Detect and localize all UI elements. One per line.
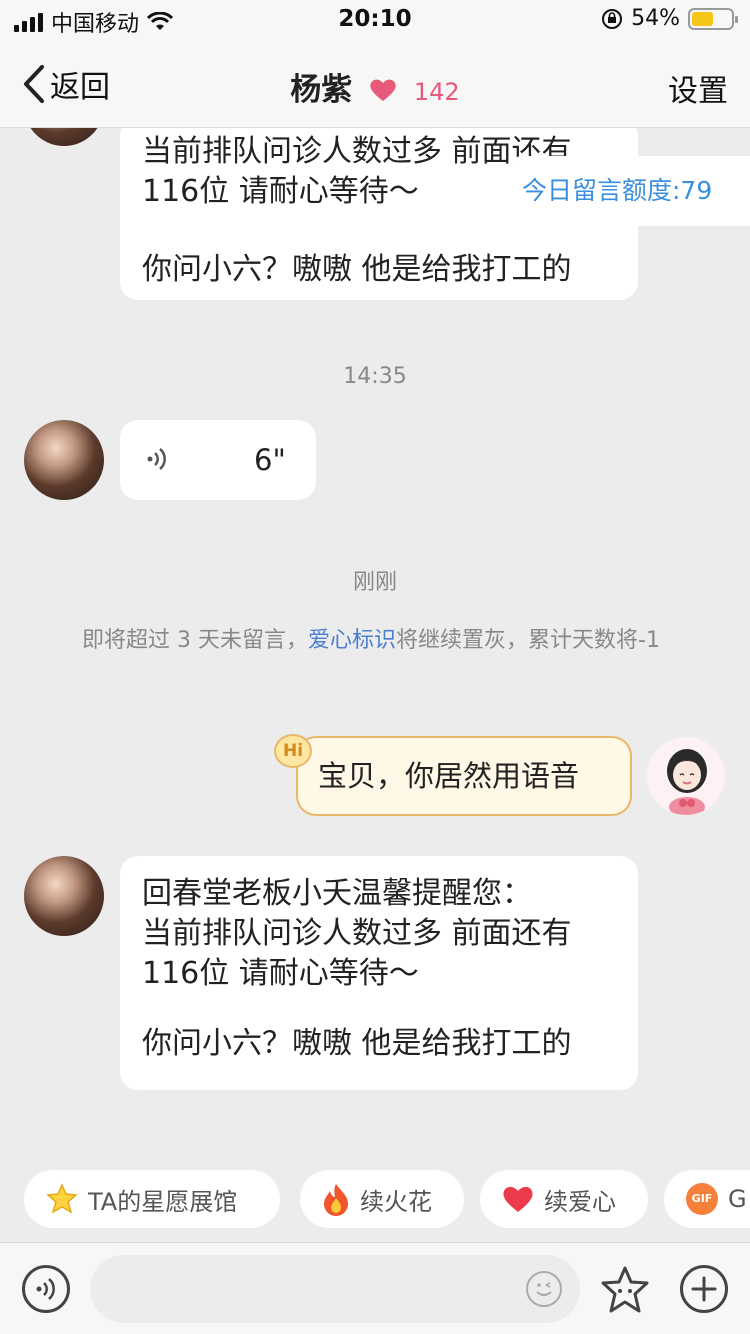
orientation-lock-icon	[602, 8, 623, 29]
chip-label: TA的星愿展馆	[88, 1187, 238, 1216]
input-bar	[0, 1242, 750, 1334]
heart-badge-link[interactable]: 爱心标识	[308, 628, 396, 653]
avatar[interactable]	[24, 128, 104, 146]
chat-title[interactable]: 杨紫 142	[0, 64, 750, 109]
contact-name: 杨紫	[290, 72, 353, 108]
message-line: 你问小六？嗷嗷 他是给我打工的	[142, 1026, 572, 1061]
timestamp: 14:35	[343, 364, 407, 389]
fire-icon	[324, 1184, 348, 1216]
voice-message-bubble[interactable]: 6"	[120, 420, 316, 500]
message-line: 回春堂老板小夭温馨提醒您：	[142, 876, 532, 911]
status-right: 54%	[601, 6, 738, 31]
voice-duration: 6"	[254, 443, 286, 477]
message-line: 116位 请耐心等待～	[142, 956, 419, 991]
star-icon	[46, 1183, 78, 1214]
my-avatar-image	[667, 749, 707, 815]
heart-count: 142	[413, 78, 460, 106]
avatar[interactable]	[24, 856, 104, 936]
my-avatar[interactable]	[646, 736, 726, 816]
chip-label: G	[728, 1185, 747, 1213]
voice-input-button[interactable]	[22, 1265, 70, 1313]
status-bar: 中国移动 20:10 54%	[0, 0, 750, 42]
notice-text: 将继续置灰，累计天数将-1	[396, 628, 660, 653]
settings-button[interactable]: 设置	[668, 66, 728, 110]
avatar[interactable]	[24, 420, 104, 500]
more-options-button[interactable]	[680, 1265, 728, 1313]
chip-gif[interactable]: GIF G	[664, 1170, 750, 1228]
my-message-bubble[interactable]: 宝贝，你居然用语音	[296, 736, 632, 816]
battery-fill	[692, 11, 713, 26]
chip-star-wish[interactable]: TA的星愿展馆	[24, 1170, 280, 1228]
shortcut-chips: TA的星愿展馆 续火花 续爱心 GIF G	[0, 1170, 750, 1228]
message-input[interactable]	[90, 1255, 580, 1323]
nav-bar: 返回 杨紫 142 设置	[0, 42, 750, 128]
quota-label[interactable]: 今日留言额度:79	[510, 156, 750, 226]
notice-text: 即将超过 3 天未留言，	[82, 628, 308, 653]
system-notice: 即将超过 3 天未留言，爱心标识将继续置灰，累计天数将-1	[82, 622, 682, 660]
message-list[interactable]: 当前排队问诊人数过多 前面还有 116位 请耐心等待～ 你问小六？嗷嗷 他是给我…	[0, 128, 750, 1158]
star-face-icon	[601, 1266, 649, 1313]
voice-wave-icon	[147, 448, 166, 470]
message-line: 你问小六？嗷嗷 他是给我打工的	[142, 252, 572, 287]
voice-icon	[36, 1278, 55, 1300]
timestamp: 刚刚	[352, 570, 397, 595]
battery-percent: 54%	[631, 6, 680, 31]
heart-icon	[503, 1186, 533, 1212]
chip-spark[interactable]: 续火花	[300, 1170, 464, 1228]
message-bubble[interactable]: 回春堂老板小夭温馨提醒您： 当前排队问诊人数过多 前面还有 116位 请耐心等待…	[120, 856, 638, 1090]
chip-label: 续爱心	[544, 1187, 616, 1216]
message-line: 当前排队问诊人数过多 前面还有	[142, 916, 572, 951]
battery-icon	[688, 7, 738, 30]
hi-badge: Hi	[274, 734, 312, 768]
emoji-button[interactable]	[526, 1271, 562, 1307]
star-sticker-button[interactable]	[598, 1265, 652, 1315]
chip-label: 续火花	[360, 1187, 432, 1216]
chip-love[interactable]: 续爱心	[480, 1170, 648, 1228]
emoji-icon	[536, 1282, 552, 1296]
plus-icon	[691, 1276, 717, 1302]
gif-icon: GIF	[686, 1183, 718, 1215]
heart-icon	[370, 79, 396, 101]
